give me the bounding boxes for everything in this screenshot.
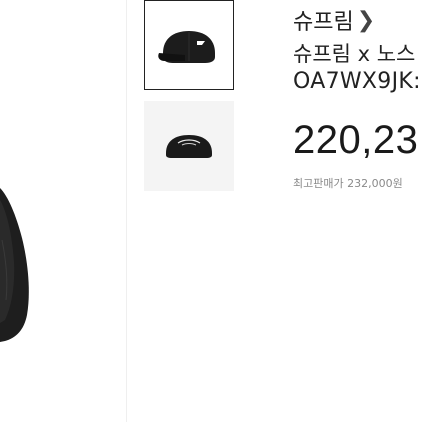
cap-thumbnail-image: [166, 135, 212, 158]
product-info: 슈프림 ❯ 슈프림 x 노스 OA7WX9JK: 220,23 최고판매가 23…: [293, 0, 422, 422]
cap-thumbnail-image: [158, 31, 215, 63]
brand-link[interactable]: 슈프림 ❯: [293, 4, 375, 36]
product-price: 220,23: [293, 118, 419, 162]
product-name: 슈프림 x 노스: [293, 42, 416, 66]
thumbnail-1[interactable]: [144, 0, 234, 90]
thumbnail-2[interactable]: [144, 101, 234, 191]
brand-name: 슈프림: [293, 10, 354, 35]
product-code: OA7WX9JK:: [293, 69, 421, 94]
main-product-image: [0, 0, 126, 422]
highest-sale-price: 최고판매가 232,000원: [293, 177, 403, 190]
divider: [126, 0, 127, 422]
chevron-right-icon: ❯: [356, 7, 376, 33]
cap-main-image: [0, 188, 29, 342]
